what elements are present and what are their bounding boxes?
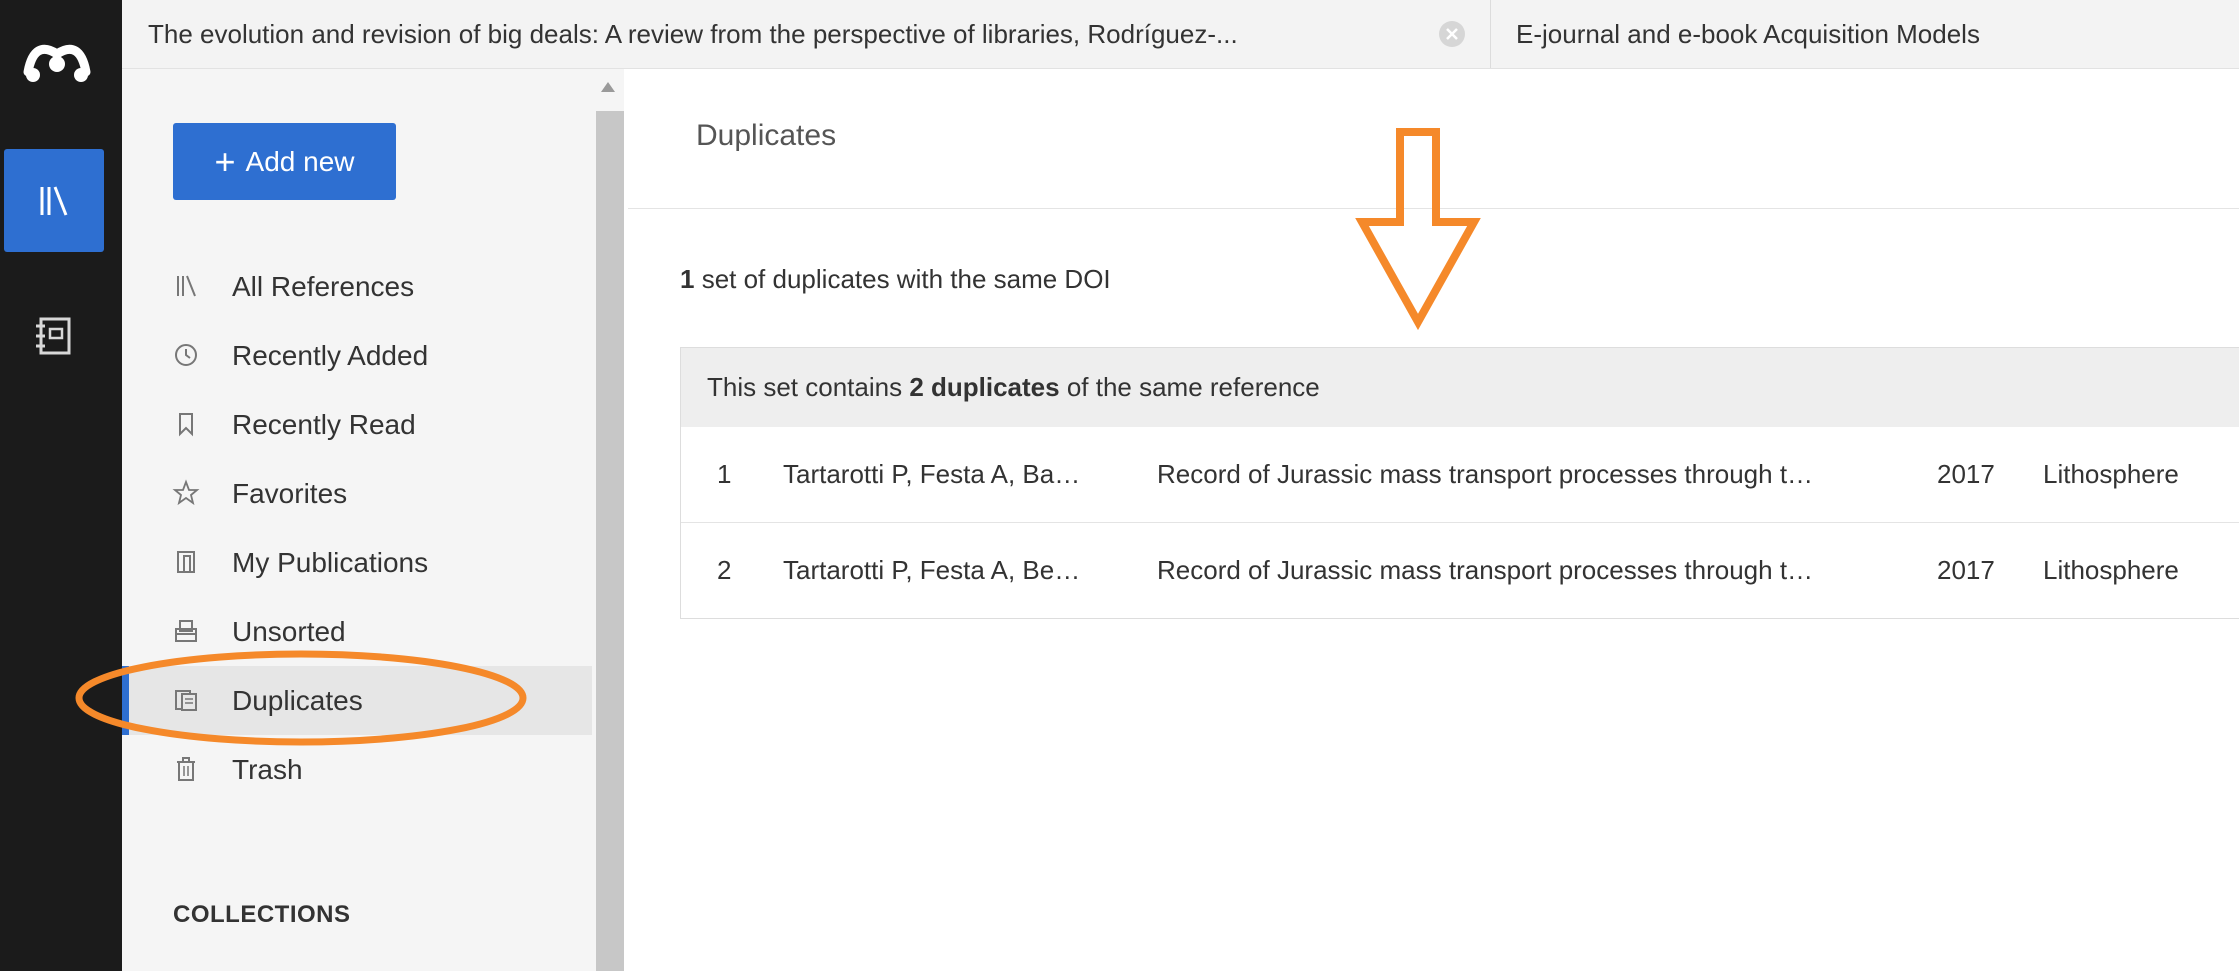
publications-icon — [177, 551, 195, 573]
sidebar-item-label: Trash — [232, 753, 303, 785]
row-title: Record of Jurassic mass transport proces… — [1157, 555, 1814, 585]
row-year: 2017 — [1937, 555, 1995, 585]
trash-icon — [177, 757, 195, 781]
library-icon — [177, 275, 196, 297]
tab-divider — [1490, 0, 1491, 68]
sidebar-item-label: Favorites — [232, 477, 348, 509]
sidebar-item-label: All References — [232, 270, 415, 302]
annotation-down-arrow-icon — [1355, 128, 1481, 331]
tab-title: The evolution and revision of big deals:… — [148, 18, 1238, 49]
row-number: 2 — [717, 555, 732, 585]
set-header-count: 2 duplicates — [909, 372, 1060, 402]
duplicate-set-header: This set contains 2 duplicates of the sa… — [681, 348, 2239, 427]
set-header-suffix: of the same reference — [1059, 372, 1320, 402]
tab-document-1[interactable]: The evolution and revision of big deals:… — [148, 0, 1488, 68]
annotation-highlight-ellipse — [75, 650, 527, 746]
close-icon[interactable] — [1438, 20, 1466, 48]
sidebar-item-label: Unsorted — [232, 615, 346, 647]
row-title: Record of Jurassic mass transport proces… — [1157, 459, 1814, 489]
duplicates-summary: 1 set of duplicates with the same DOI — [680, 264, 1111, 295]
duplicate-set: This set contains 2 duplicates of the sa… — [680, 347, 2239, 619]
clock-icon — [175, 344, 197, 366]
app-rail — [0, 0, 122, 971]
summary-count: 1 — [680, 264, 695, 294]
sidebar-item-favorites[interactable]: Favorites — [122, 459, 592, 528]
star-icon — [172, 479, 200, 506]
document-tab-bar: The evolution and revision of big deals:… — [122, 0, 2239, 69]
sidebar-item-recently-added[interactable]: Recently Added — [122, 321, 592, 390]
scrollbar-thumb[interactable] — [596, 111, 624, 971]
notebook-icon[interactable] — [32, 314, 76, 358]
row-number: 1 — [717, 459, 732, 489]
collections-heading: COLLECTIONS — [173, 901, 351, 928]
page-title: Duplicates — [696, 119, 837, 152]
table-row[interactable]: 2 Tartarotti P, Festa A, Be… Record of J… — [681, 522, 2239, 618]
rail-library-button[interactable] — [4, 149, 104, 252]
sidebar-item-all-references[interactable]: All References — [122, 252, 592, 321]
set-header-prefix: This set contains — [707, 372, 910, 402]
mendeley-logo-icon[interactable] — [22, 30, 92, 84]
tab-document-2[interactable]: E-journal and e-book Acquisition Models — [1516, 0, 2116, 68]
inbox-icon — [175, 620, 197, 642]
row-source: Lithosphere — [2043, 459, 2179, 489]
sidebar-scrollbar[interactable] — [592, 69, 624, 971]
library-sidebar: + Add new All References Recently Added … — [122, 69, 592, 971]
sidebar-item-label: Recently Read — [232, 408, 416, 440]
row-year: 2017 — [1937, 459, 1995, 489]
add-new-button[interactable]: + Add new — [173, 123, 396, 200]
add-new-label: Add new — [245, 145, 355, 177]
row-authors: Tartarotti P, Festa A, Be… — [783, 555, 1081, 585]
row-source: Lithosphere — [2043, 555, 2179, 585]
table-row[interactable]: 1 Tartarotti P, Festa A, Ba… Record of J… — [681, 427, 2239, 522]
sidebar-item-recently-read[interactable]: Recently Read — [122, 390, 592, 459]
tab-title: E-journal and e-book Acquisition Models — [1516, 18, 1980, 49]
sidebar-item-label: My Publications — [232, 546, 429, 578]
plus-icon: + — [214, 140, 236, 182]
sidebar-item-label: Recently Added — [232, 339, 429, 371]
library-icon — [40, 185, 68, 216]
sidebar-item-my-publications[interactable]: My Publications — [122, 528, 592, 597]
summary-text: set of duplicates with the same DOI — [694, 264, 1111, 294]
chevron-up-icon[interactable] — [600, 81, 616, 93]
bookmark-icon — [179, 413, 193, 437]
row-authors: Tartarotti P, Festa A, Ba… — [783, 459, 1081, 489]
